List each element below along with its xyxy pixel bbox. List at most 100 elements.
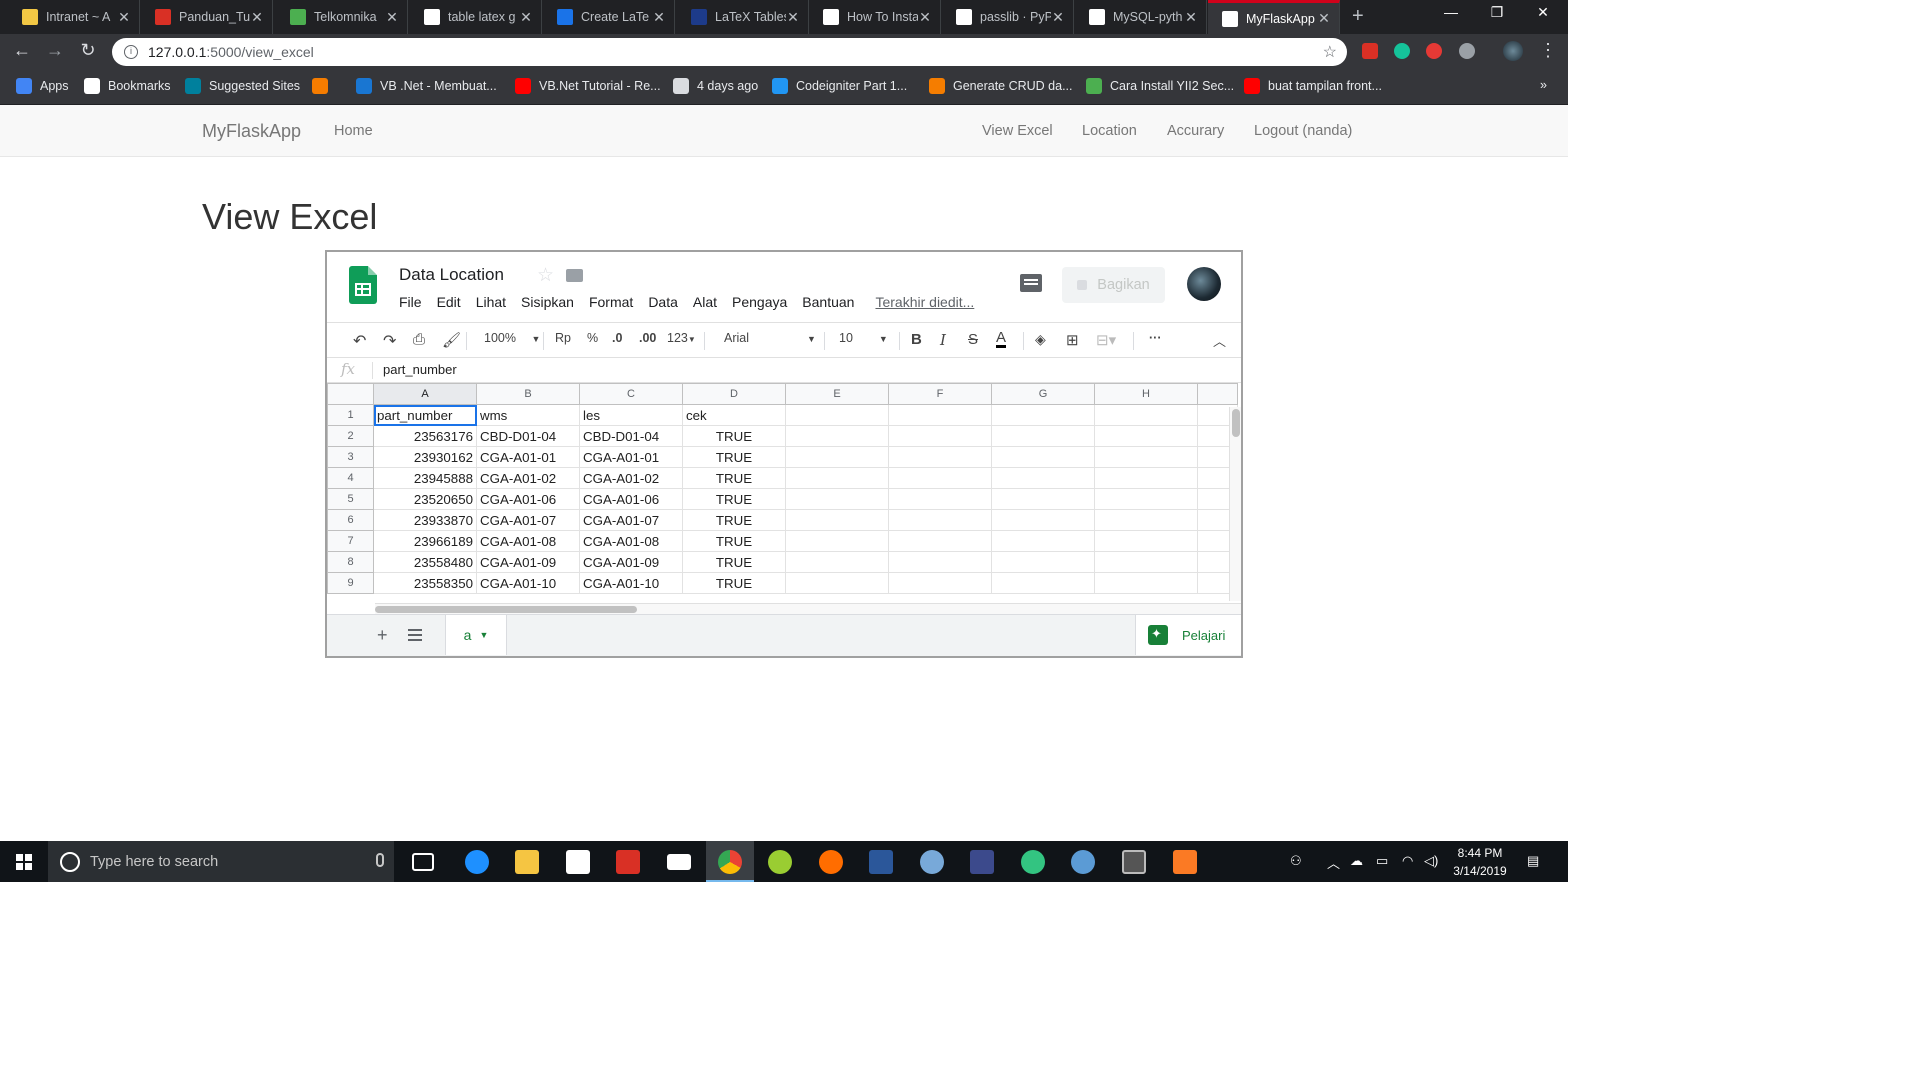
- print-icon[interactable]: ⎙: [413, 331, 425, 348]
- close-tab-icon[interactable]: ✕: [519, 9, 533, 26]
- cell[interactable]: CGA-A01-09: [476, 551, 580, 573]
- bookmark-star-icon[interactable]: ☆: [1323, 42, 1337, 62]
- bookmark-item[interactable]: [312, 78, 336, 94]
- cell[interactable]: TRUE: [682, 551, 786, 573]
- comment-icon[interactable]: [1020, 274, 1042, 292]
- bookmark-item[interactable]: VB .Net - Membuat...: [356, 78, 497, 94]
- cell[interactable]: [888, 551, 992, 573]
- cell[interactable]: [991, 551, 1095, 573]
- bookmark-item[interactable]: VB.Net Tutorial - Re...: [515, 78, 661, 94]
- site-info-icon[interactable]: i: [124, 45, 138, 59]
- cell[interactable]: [888, 530, 992, 552]
- menu-data[interactable]: Data: [648, 294, 678, 310]
- windows-start-icon[interactable]: [16, 854, 32, 870]
- close-tab-icon[interactable]: ✕: [1184, 9, 1198, 26]
- cell[interactable]: [1094, 572, 1198, 594]
- bookmarks-overflow-icon[interactable]: »: [1540, 78, 1547, 92]
- bookmark-item[interactable]: 4 days ago: [673, 78, 758, 94]
- cell[interactable]: [1094, 509, 1198, 531]
- cell[interactable]: [991, 404, 1095, 426]
- nav-location[interactable]: Location: [1082, 123, 1137, 139]
- sublime-like-icon[interactable]: [768, 850, 792, 874]
- browser-tab[interactable]: Intranet ~ A ✕: [8, 0, 140, 34]
- column-header-h[interactable]: H: [1094, 383, 1198, 405]
- atom-icon[interactable]: [1021, 850, 1045, 874]
- cell[interactable]: CGA-A01-08: [476, 530, 580, 552]
- strikethrough-button[interactable]: S: [968, 331, 978, 348]
- nav-accuracy[interactable]: Accurary: [1167, 123, 1224, 139]
- browser-tab[interactable]: Telkomnika ✕: [276, 0, 408, 34]
- cell[interactable]: 23933870: [373, 509, 477, 531]
- cell[interactable]: [991, 467, 1095, 489]
- grammarly-extension-icon[interactable]: [1394, 43, 1410, 59]
- menu-kebab-icon[interactable]: ⋮: [1536, 40, 1560, 61]
- cell[interactable]: [1094, 446, 1198, 468]
- restore-icon[interactable]: ❐: [1474, 4, 1520, 21]
- cell[interactable]: TRUE: [682, 488, 786, 510]
- cell[interactable]: [785, 425, 889, 447]
- minimize-icon[interactable]: —: [1428, 4, 1474, 20]
- cell[interactable]: [1094, 530, 1198, 552]
- cell[interactable]: 23930162: [373, 446, 477, 468]
- explore-button[interactable]: Pelajari: [1135, 615, 1241, 655]
- column-header-e[interactable]: E: [785, 383, 889, 405]
- close-tab-icon[interactable]: ✕: [918, 9, 932, 26]
- close-tab-icon[interactable]: ✕: [652, 9, 666, 26]
- more-options-icon[interactable]: ···: [1149, 331, 1162, 345]
- origin-icon[interactable]: [819, 850, 843, 874]
- word-icon[interactable]: [869, 850, 893, 874]
- cell[interactable]: TRUE: [682, 572, 786, 594]
- browser-tab[interactable]: Create LaTe ✕: [543, 0, 675, 34]
- row-header[interactable]: 9: [327, 572, 374, 594]
- bookmark-item[interactable]: Generate CRUD da...: [929, 78, 1073, 94]
- cell[interactable]: [1094, 551, 1198, 573]
- folder-icon[interactable]: [566, 269, 583, 282]
- cell[interactable]: CGA-A01-06: [476, 488, 580, 510]
- share-button[interactable]: Bagikan: [1062, 267, 1165, 303]
- font-select[interactable]: Arial ▼: [724, 331, 816, 345]
- cell[interactable]: [1094, 467, 1198, 489]
- row-header[interactable]: 5: [327, 488, 374, 510]
- redo-icon[interactable]: ↷: [383, 331, 396, 351]
- cell[interactable]: [888, 425, 992, 447]
- cell[interactable]: CGA-A01-02: [579, 467, 683, 489]
- menu-addons[interactable]: Pengaya: [732, 294, 787, 310]
- cell[interactable]: CGA-A01-01: [476, 446, 580, 468]
- row-header[interactable]: 3: [327, 446, 374, 468]
- paint-format-icon[interactable]: 🖌: [442, 331, 461, 349]
- app-brand[interactable]: MyFlaskApp: [202, 121, 301, 142]
- bookmark-item[interactable]: Suggested Sites: [185, 78, 300, 94]
- cell[interactable]: TRUE: [682, 509, 786, 531]
- onedrive-icon[interactable]: ☁: [1350, 853, 1363, 869]
- cell[interactable]: les: [579, 404, 683, 426]
- cell[interactable]: [785, 530, 889, 552]
- task-view-icon[interactable]: [412, 853, 434, 871]
- browser-tab[interactable]: How To Insta ✕: [809, 0, 941, 34]
- address-bar[interactable]: i 127.0.0.1:5000/view_excel ☆: [112, 38, 1347, 66]
- close-tab-icon[interactable]: ✕: [385, 9, 399, 26]
- mail-icon[interactable]: [667, 854, 691, 870]
- cell[interactable]: 23558350: [373, 572, 477, 594]
- people-icon[interactable]: ⚇: [1290, 853, 1302, 869]
- percent-format-button[interactable]: %: [587, 331, 598, 345]
- cell[interactable]: [991, 488, 1095, 510]
- cell[interactable]: CGA-A01-10: [579, 572, 683, 594]
- cell[interactable]: [888, 572, 992, 594]
- formula-input[interactable]: part_number: [383, 362, 457, 377]
- taskbar-active-chrome[interactable]: [706, 841, 754, 882]
- cell[interactable]: CBD-D01-04: [476, 425, 580, 447]
- cell[interactable]: [785, 446, 889, 468]
- cell[interactable]: [1094, 488, 1198, 510]
- currency-format-button[interactable]: Rp: [555, 331, 571, 345]
- cell[interactable]: [1094, 425, 1198, 447]
- menu-help[interactable]: Bantuan: [802, 294, 854, 310]
- back-icon[interactable]: ←: [10, 40, 34, 61]
- cell[interactable]: [785, 404, 889, 426]
- cell[interactable]: CGA-A01-06: [579, 488, 683, 510]
- close-tab-icon[interactable]: ✕: [1317, 10, 1331, 27]
- menu-file[interactable]: File: [399, 294, 422, 310]
- row-header[interactable]: 8: [327, 551, 374, 573]
- paint-icon[interactable]: [920, 850, 944, 874]
- cell[interactable]: [991, 446, 1095, 468]
- zoom-select[interactable]: 100% ▼: [484, 331, 540, 345]
